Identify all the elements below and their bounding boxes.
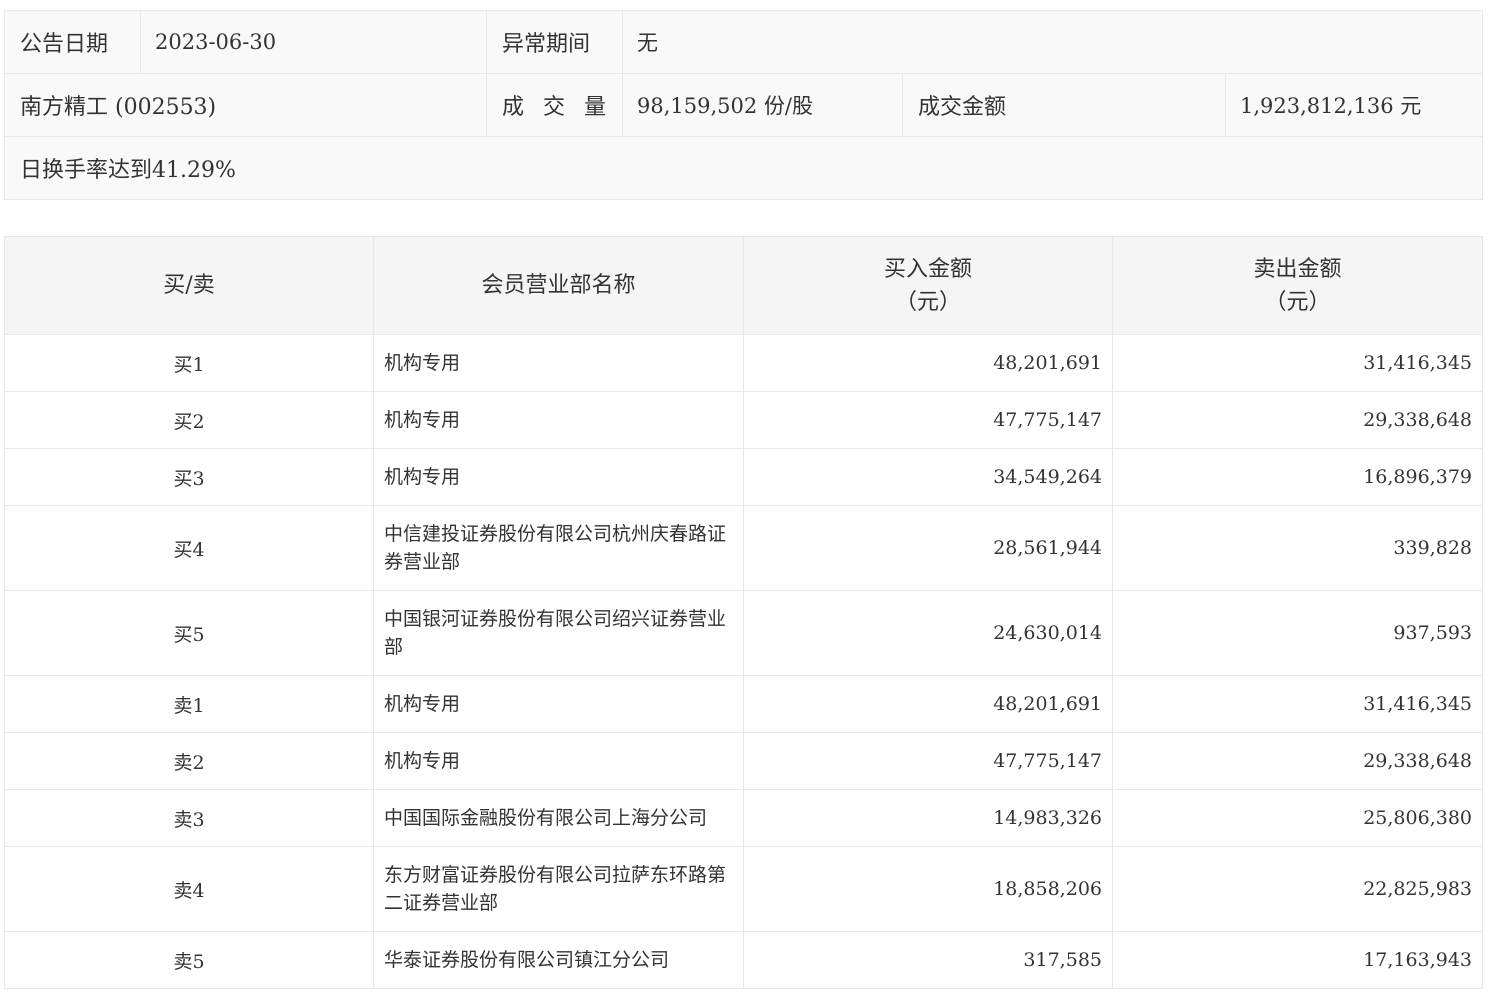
table-row: 买1 机构专用 48,201,691 31,416,345 (4, 334, 1483, 392)
abnormal-period-value: 无 (622, 10, 1483, 74)
row-side: 买1 (4, 334, 374, 392)
row-buy-amount: 317,585 (743, 931, 1113, 989)
announce-date-label: 公告日期 (4, 10, 141, 74)
row-sell-amount: 29,338,648 (1112, 391, 1483, 449)
header-buy-amount: 买入金额 （元） (743, 236, 1113, 335)
row-buy-amount: 47,775,147 (743, 391, 1113, 449)
row-buy-amount: 18,858,206 (743, 846, 1113, 932)
row-buy-amount: 48,201,691 (743, 675, 1113, 733)
row-sell-amount: 339,828 (1112, 505, 1483, 591)
row-sell-amount: 937,593 (1112, 590, 1483, 676)
volume-label: 成 交 量 (486, 73, 623, 137)
volume-value: 98,159,502 份/股 (622, 73, 903, 137)
table-row: 卖2 机构专用 47,775,147 29,338,648 (4, 732, 1483, 790)
summary-row-volume: 南方精工 (002553) 成 交 量 98,159,502 份/股 成交金额 … (4, 73, 1483, 137)
summary-row-reason: 日换手率达到41.29% (4, 136, 1483, 200)
header-member: 会员营业部名称 (373, 236, 744, 335)
detail-header-row: 买/卖 会员营业部名称 买入金额 （元） 卖出金额 （元） (4, 236, 1483, 335)
row-member-name: 机构专用 (373, 675, 744, 733)
header-buy-amount-unit: （元） (894, 289, 961, 315)
trading-detail-table: 买/卖 会员营业部名称 买入金额 （元） 卖出金额 （元） 买1 机构专用 48… (4, 236, 1483, 989)
header-buy-amount-label: 买入金额 (883, 256, 972, 282)
row-side: 卖2 (4, 732, 374, 790)
announce-date-value: 2023-06-30 (140, 10, 487, 74)
row-buy-amount: 47,775,147 (743, 732, 1113, 790)
summary-row-date: 公告日期 2023-06-30 异常期间 无 (4, 10, 1483, 74)
row-side: 卖1 (4, 675, 374, 733)
table-row: 卖3 中国国际金融股份有限公司上海分公司 14,983,326 25,806,3… (4, 789, 1483, 847)
stock-name: 南方精工 (002553) (4, 73, 487, 137)
row-buy-amount: 48,201,691 (743, 334, 1113, 392)
row-side: 买5 (4, 590, 374, 676)
row-sell-amount: 31,416,345 (1112, 334, 1483, 392)
row-member-name: 机构专用 (373, 334, 744, 392)
row-member-name: 中国银河证券股份有限公司绍兴证券营业部 (373, 590, 744, 676)
table-row: 卖1 机构专用 48,201,691 31,416,345 (4, 675, 1483, 733)
reason-text: 日换手率达到41.29% (4, 136, 1483, 200)
row-sell-amount: 25,806,380 (1112, 789, 1483, 847)
table-row: 买4 中信建投证券股份有限公司杭州庆春路证券营业部 28,561,944 339… (4, 505, 1483, 591)
row-buy-amount: 14,983,326 (743, 789, 1113, 847)
row-buy-amount: 28,561,944 (743, 505, 1113, 591)
row-buy-amount: 24,630,014 (743, 590, 1113, 676)
header-sell-amount-label: 卖出金额 (1253, 256, 1342, 282)
table-row: 买5 中国银河证券股份有限公司绍兴证券营业部 24,630,014 937,59… (4, 590, 1483, 676)
header-sell-amount: 卖出金额 （元） (1112, 236, 1483, 335)
row-member-name: 东方财富证券股份有限公司拉萨东环路第二证券营业部 (373, 846, 744, 932)
amount-value: 1,923,812,136 元 (1225, 73, 1483, 137)
row-sell-amount: 22,825,983 (1112, 846, 1483, 932)
amount-label: 成交金额 (902, 73, 1226, 137)
row-member-name: 机构专用 (373, 732, 744, 790)
row-side: 卖5 (4, 931, 374, 989)
summary-table: 公告日期 2023-06-30 异常期间 无 南方精工 (002553) 成 交… (4, 10, 1483, 200)
row-member-name: 中国国际金融股份有限公司上海分公司 (373, 789, 744, 847)
row-buy-amount: 34,549,264 (743, 448, 1113, 506)
row-side: 卖4 (4, 846, 374, 932)
row-side: 买3 (4, 448, 374, 506)
row-member-name: 机构专用 (373, 391, 744, 449)
row-member-name: 华泰证券股份有限公司镇江分公司 (373, 931, 744, 989)
row-sell-amount: 29,338,648 (1112, 732, 1483, 790)
row-sell-amount: 17,163,943 (1112, 931, 1483, 989)
row-sell-amount: 16,896,379 (1112, 448, 1483, 506)
abnormal-period-label: 异常期间 (486, 10, 623, 74)
row-member-name: 中信建投证券股份有限公司杭州庆春路证券营业部 (373, 505, 744, 591)
table-row: 卖4 东方财富证券股份有限公司拉萨东环路第二证券营业部 18,858,206 2… (4, 846, 1483, 932)
table-row: 卖5 华泰证券股份有限公司镇江分公司 317,585 17,163,943 (4, 931, 1483, 989)
row-side: 买2 (4, 391, 374, 449)
row-sell-amount: 31,416,345 (1112, 675, 1483, 733)
table-row: 买3 机构专用 34,549,264 16,896,379 (4, 448, 1483, 506)
row-member-name: 机构专用 (373, 448, 744, 506)
header-sell-amount-unit: （元） (1264, 289, 1331, 315)
row-side: 买4 (4, 505, 374, 591)
header-side: 买/卖 (4, 236, 374, 335)
table-row: 买2 机构专用 47,775,147 29,338,648 (4, 391, 1483, 449)
row-side: 卖3 (4, 789, 374, 847)
